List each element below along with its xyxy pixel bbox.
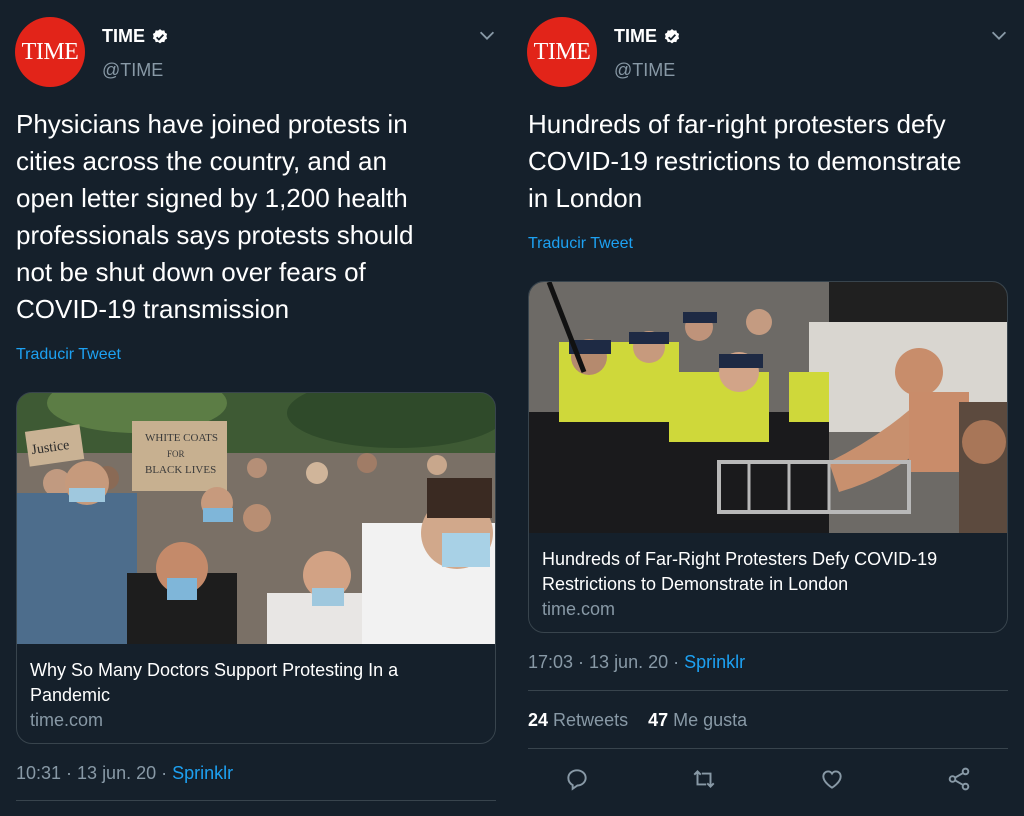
chevron-down-icon[interactable] <box>476 24 498 46</box>
tweet-stats: 24 Retweets 47 Me gusta <box>528 710 747 731</box>
verified-badge-icon <box>664 28 680 43</box>
card-title: Why So Many Doctors Support Protesting I… <box>30 660 399 705</box>
handle: @TIME <box>102 60 164 80</box>
divider <box>16 800 496 801</box>
divider <box>528 690 1008 691</box>
retweets-count: 24 <box>528 710 549 730</box>
action-bar <box>528 766 1008 792</box>
avatar-logo-text: TIME <box>21 38 79 65</box>
card-title: Hundreds of Far-Right Protesters Defy CO… <box>542 549 938 594</box>
likes-label: Me gusta <box>673 710 748 730</box>
tweet-right: TIME TIME @TIME Hundreds of far-right pr… <box>512 0 1024 816</box>
svg-text:WHITE COATS: WHITE COATS <box>145 432 218 444</box>
display-name[interactable]: TIME <box>102 26 145 47</box>
source-link[interactable]: Sprinklr <box>684 652 745 672</box>
avatar-logo-text: TIME <box>533 38 591 65</box>
card-domain: time.com <box>30 710 104 730</box>
divider <box>528 748 1008 749</box>
card-image <box>529 282 1007 533</box>
link-card[interactable]: Justice WHITE COATS FOR BLACK LIVES Why … <box>16 392 496 744</box>
timestamp-text[interactable]: 17:03 · 13 jun. 20 · <box>528 652 684 672</box>
timestamp-text[interactable]: 10:31 · 13 jun. 20 · <box>16 763 172 783</box>
likes-count: 47 <box>648 710 669 730</box>
tweet-timestamp: 10:31 · 13 jun. 20 · Sprinklr <box>16 763 233 784</box>
retweets-stat[interactable]: 24 Retweets <box>528 710 628 730</box>
svg-text:FOR: FOR <box>167 449 185 459</box>
reply-icon[interactable] <box>564 766 590 792</box>
avatar[interactable]: TIME <box>15 17 85 87</box>
author-row: TIME <box>102 26 169 47</box>
tweet-left: TIME TIME @TIME Physicians have joined p… <box>0 0 512 816</box>
translate-tweet-link[interactable]: Traducir Tweet <box>528 235 633 253</box>
tweet-text: Physicians have joined protests in citie… <box>16 109 414 324</box>
card-domain: time.com <box>542 599 616 619</box>
translate-tweet-link[interactable]: Traducir Tweet <box>16 346 121 364</box>
card-image: Justice WHITE COATS FOR BLACK LIVES <box>17 393 495 644</box>
handle: @TIME <box>614 60 676 80</box>
chevron-down-icon[interactable] <box>988 24 1010 46</box>
tweet-timestamp: 17:03 · 13 jun. 20 · Sprinklr <box>528 652 745 673</box>
display-name[interactable]: TIME <box>614 26 657 47</box>
like-icon[interactable] <box>819 766 845 792</box>
link-card[interactable]: Hundreds of Far-Right Protesters Defy CO… <box>528 281 1008 633</box>
verified-badge-icon <box>152 28 168 43</box>
source-link[interactable]: Sprinklr <box>172 763 233 783</box>
author-row: TIME <box>614 26 681 47</box>
retweets-label: Retweets <box>553 710 629 730</box>
retweet-icon[interactable] <box>691 766 717 792</box>
avatar[interactable]: TIME <box>527 17 597 87</box>
tweet-text: Hundreds of far-right protesters defy CO… <box>528 109 962 213</box>
svg-text:BLACK LIVES: BLACK LIVES <box>145 464 216 476</box>
likes-stat[interactable]: 47 Me gusta <box>648 710 747 730</box>
share-icon[interactable] <box>946 766 972 792</box>
